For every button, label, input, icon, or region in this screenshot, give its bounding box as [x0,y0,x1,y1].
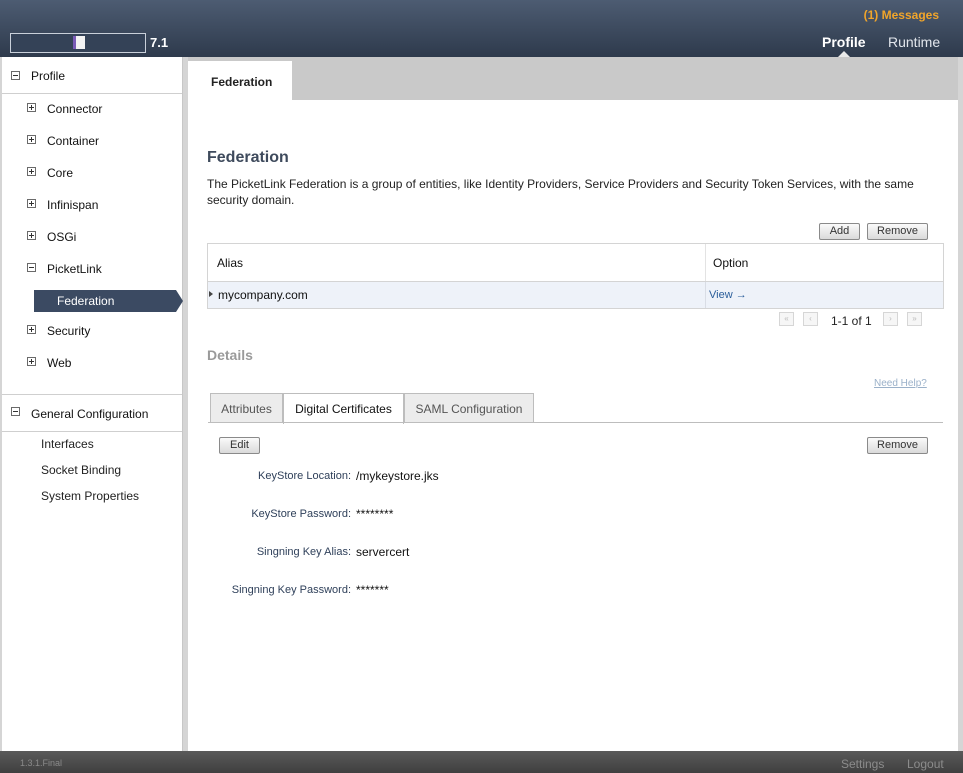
column-divider [705,282,706,308]
sidebar-section-label: Profile [31,69,66,83]
signing-key-password-value: ******* [356,583,389,597]
expand-icon[interactable] [27,231,36,240]
sidebar-item-interfaces[interactable]: Interfaces [41,437,94,451]
sidebar-item-osgi[interactable]: OSGi [2,226,182,248]
expand-icon[interactable] [27,357,36,366]
logout-link[interactable]: Logout [907,757,944,771]
keystore-password-value: ******** [356,507,394,521]
last-page-icon[interactable]: » [907,312,922,326]
collapse-icon[interactable] [11,71,20,80]
column-divider [705,244,706,281]
signing-key-alias-value: servercert [356,545,410,559]
nav-profile[interactable]: Profile [822,34,866,50]
sidebar-item-infinispan[interactable]: Infinispan [2,194,182,216]
sidebar: Profile Connector Container Core Infinis… [2,57,183,751]
tab-label: Federation [211,75,273,89]
sidebar-item-security[interactable]: Security [2,320,182,342]
column-header-option[interactable]: Option [713,256,748,270]
page-title: Federation [207,149,289,166]
sidebar-item-web[interactable]: Web [2,352,182,374]
row-alias: mycompany.com [218,288,308,302]
sidebar-section-profile[interactable]: Profile [2,57,182,94]
sidebar-item-federation[interactable]: Federation [34,290,183,312]
sidebar-item-label: Web [47,356,72,370]
expand-icon[interactable] [27,199,36,208]
need-help-link[interactable]: Need Help? [874,378,927,389]
keystore-location-value: /mykeystore.jks [356,469,439,483]
nav-runtime[interactable]: Runtime [888,34,940,50]
federation-table: Alias Option mycompany.com View → [207,243,944,309]
expand-icon[interactable] [27,103,36,112]
settings-link[interactable]: Settings [841,757,884,771]
expand-icon[interactable] [27,167,36,176]
signing-key-password-label: Singning Key Password: [231,584,351,596]
collapse-icon[interactable] [27,263,36,272]
footer: 1.3.1.Final Settings Logout [0,751,963,773]
product-logo [10,33,146,53]
remove-button[interactable]: Remove [867,223,928,240]
keystore-location-label: KeyStore Location: [258,470,351,482]
sidebar-item-label: Connector [47,102,103,116]
sidebar-section-general[interactable]: General Configuration [2,394,182,432]
sidebar-item-socket-binding[interactable]: Socket Binding [41,463,121,477]
expand-icon[interactable] [27,325,36,334]
subtab-digital-certificates[interactable]: Digital Certificates [283,393,404,424]
sidebar-item-connector[interactable]: Connector [2,98,182,120]
subtab-divider [208,422,943,423]
subtab-label: Attributes [221,402,272,416]
table-row[interactable]: mycompany.com View → [208,282,943,308]
top-header: 7.1 (1) Messages Profile Runtime [0,0,963,57]
prev-page-icon[interactable]: ‹ [803,312,818,326]
expand-icon[interactable] [27,135,36,144]
subtab-label: SAML Configuration [415,402,523,416]
page-description: The PicketLink Federation is a group of … [207,177,914,207]
sidebar-item-picketlink[interactable]: PicketLink [2,258,182,280]
first-page-icon[interactable]: « [779,312,794,326]
sidebar-item-label: Core [47,166,74,180]
main-panel: Federation Federation The PicketLink Fed… [188,57,958,751]
next-page-icon[interactable]: › [883,312,898,326]
sidebar-section-label: General Configuration [31,407,149,421]
footer-version: 1.3.1.Final [20,758,63,768]
table-header: Alias Option [208,244,943,282]
sidebar-item-label: Infinispan [47,198,99,212]
sidebar-item-label: Container [47,134,100,148]
edit-button[interactable]: Edit [219,437,260,454]
subtab-attributes[interactable]: Attributes [210,393,283,423]
broken-image-icon [73,36,85,49]
pager-text: 1-1 of 1 [831,314,872,328]
add-button[interactable]: Add [819,223,860,240]
sidebar-item-container[interactable]: Container [2,130,182,152]
details-remove-button[interactable]: Remove [867,437,928,454]
sidebar-item-label: PicketLink [47,262,102,276]
keystore-password-label: KeyStore Password: [251,508,351,520]
tab-bar: Federation [188,57,958,101]
sidebar-item-system-properties[interactable]: System Properties [41,489,139,503]
collapse-icon[interactable] [11,407,20,416]
messages-link[interactable]: (1) Messages [864,8,939,22]
view-link[interactable]: View → [709,289,747,301]
subtab-label: Digital Certificates [295,402,392,416]
subtab-saml-configuration[interactable]: SAML Configuration [404,393,534,423]
product-version: 7.1 [150,35,169,50]
sidebar-item-core[interactable]: Core [2,162,182,184]
details-title: Details [207,347,253,363]
sidebar-item-label: OSGi [47,230,77,244]
tab-federation[interactable]: Federation [188,61,292,101]
sidebar-item-label: Security [47,324,91,338]
column-header-alias[interactable]: Alias [217,256,243,270]
sidebar-item-label: Federation [57,294,115,308]
signing-key-alias-label: Singning Key Alias: [256,546,351,558]
row-expand-icon[interactable] [209,291,213,297]
